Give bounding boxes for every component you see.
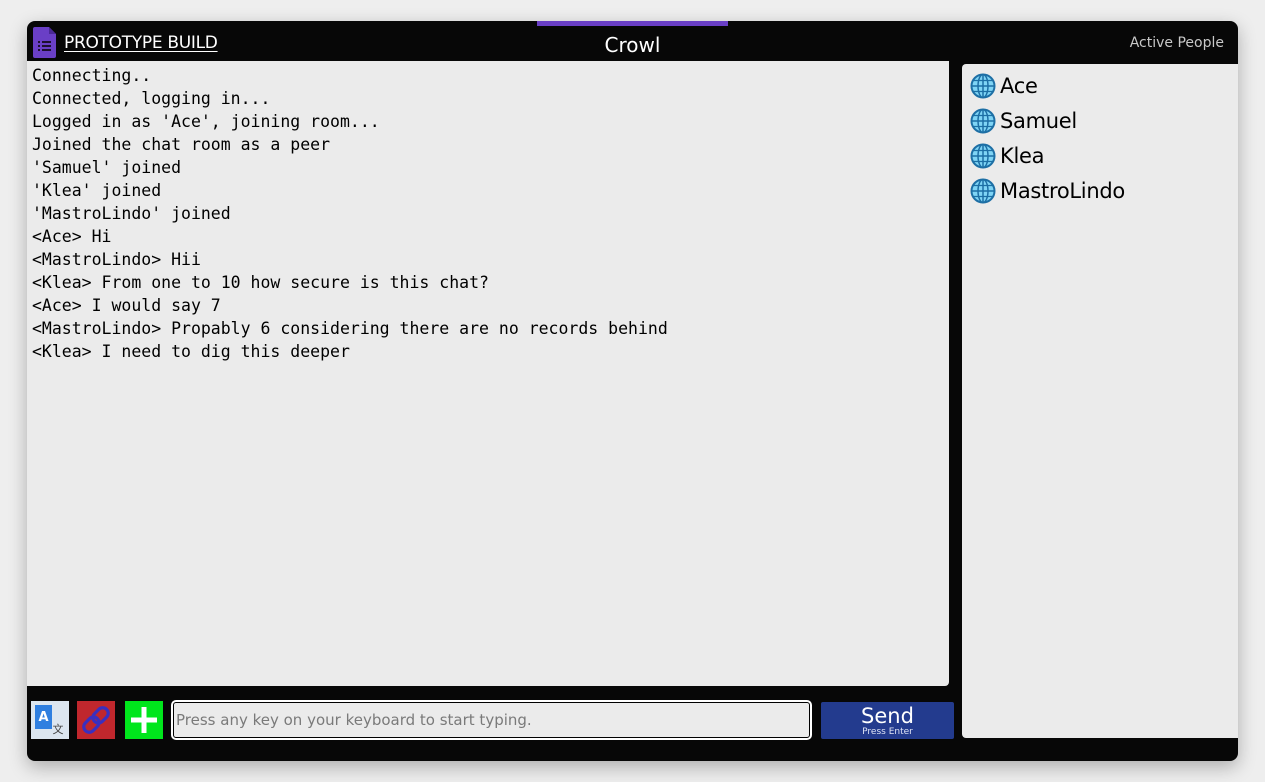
globe-icon <box>970 73 996 99</box>
link-button[interactable] <box>77 701 115 739</box>
chat-line: <Ace> I would say 7 <box>32 296 221 315</box>
chat-line: <MastroLindo> Hii <box>32 250 201 269</box>
person-name: Klea <box>1000 144 1045 168</box>
chat-line: Connecting.. <box>32 66 152 85</box>
chat-line: <Ace> Hi <box>32 227 112 246</box>
person-name: MastroLindo <box>1000 179 1125 203</box>
svg-text:A: A <box>38 710 48 725</box>
globe-icon <box>970 178 996 204</box>
chat-line: <Klea> I need to dig this deeper <box>32 342 350 361</box>
send-label: Send <box>861 704 914 728</box>
translate-button[interactable]: A 文 <box>31 701 69 739</box>
chat-line: Logged in as 'Ace', joining room... <box>32 112 380 131</box>
title-accent-strip <box>537 21 728 26</box>
chat-line: 'Samuel' joined <box>32 158 182 177</box>
build-label: PROTOTYPE BUILD <box>64 33 218 53</box>
active-people-label: Active People <box>1129 35 1224 51</box>
person-name: Ace <box>1000 74 1038 98</box>
svg-text:文: 文 <box>53 722 64 736</box>
send-button[interactable]: Send Press Enter <box>821 702 954 739</box>
chat-line: 'Klea' joined <box>32 181 162 200</box>
globe-icon <box>970 108 996 134</box>
globe-icon <box>970 143 996 169</box>
chat-line: Connected, logging in... <box>32 89 271 108</box>
person-name: Samuel <box>1000 109 1077 133</box>
document-list-icon <box>33 27 56 58</box>
chat-line: 'MastroLindo' joined <box>32 204 231 223</box>
app-title: Crowl <box>604 33 661 57</box>
translate-icon: A 文 <box>35 705 64 736</box>
top-bar: PROTOTYPE BUILD Crowl Active People <box>27 21 1238 61</box>
chat-line: <MastroLindo> Propably 6 considering the… <box>32 319 668 338</box>
chat-log[interactable]: Connecting.. Connected, logging in... Lo… <box>27 61 949 686</box>
chat-line: <Klea> From one to 10 how secure is this… <box>32 273 489 292</box>
link-icon <box>82 706 110 734</box>
add-button[interactable] <box>125 701 163 739</box>
active-people-panel: Ace Samuel Klea MastroLindo <box>962 64 1238 738</box>
chat-line: Joined the chat room as a peer <box>32 135 331 154</box>
plus-icon <box>131 707 157 733</box>
chat-window: PROTOTYPE BUILD Crowl Active People Conn… <box>27 21 1238 761</box>
message-input[interactable] <box>171 700 812 740</box>
send-hint: Press Enter <box>862 727 913 737</box>
